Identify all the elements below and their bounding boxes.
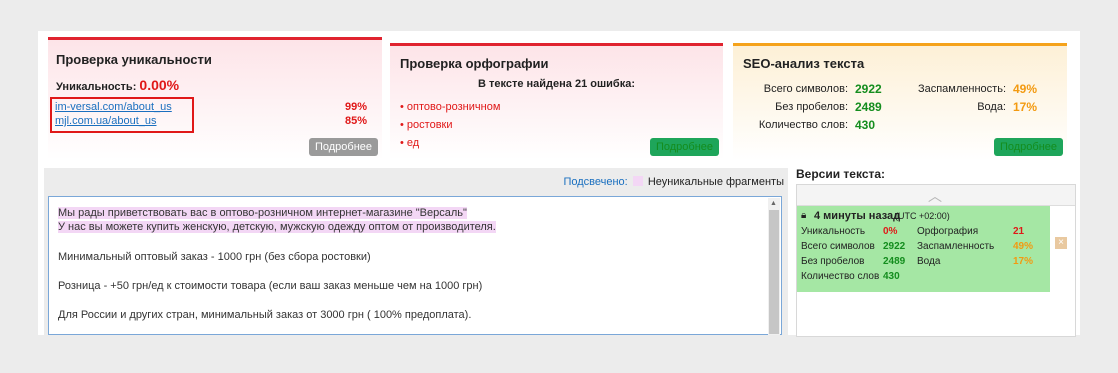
version-chars-label: Всего символов xyxy=(801,241,875,252)
scrollbar-thumb[interactable] xyxy=(769,210,779,334)
version-water-label: Вода xyxy=(917,256,941,267)
seo-no-spaces: 2489 xyxy=(855,100,882,114)
source-pct: 99% xyxy=(344,101,367,113)
version-words: 430 xyxy=(883,271,900,282)
spelling-error-item[interactable]: • ростовки xyxy=(400,119,453,131)
seo-spam: 49% xyxy=(1013,82,1038,96)
seo-total-chars-label: Всего символов: xyxy=(763,83,848,95)
version-uniq: 0% xyxy=(883,226,898,237)
editor-panel: Подсвечено: Неуникальные фрагменты Мы ра… xyxy=(44,168,788,335)
seo-details-button[interactable]: Подробнее xyxy=(993,138,1063,156)
editor-line: Минимальный оптовый заказ - 1000 грн (бе… xyxy=(58,251,371,263)
uniqueness-details-button[interactable]: Подробнее xyxy=(308,138,378,156)
spelling-summary: В тексте найдена 21 ошибка: xyxy=(477,78,635,90)
versions-scroll-up-button[interactable]: ︿ xyxy=(797,185,1075,206)
version-spelling: 21 xyxy=(1013,226,1025,237)
spelling-title: Проверка орфографии xyxy=(400,56,549,71)
editor-line: Для России и других стран, минимальный з… xyxy=(58,309,472,321)
version-spelling-label: Орфография xyxy=(917,226,979,237)
uniqueness-title: Проверка уникальности xyxy=(56,52,212,67)
version-spam-label: Заспамленность xyxy=(917,241,995,252)
seo-water-label: Вода: xyxy=(977,101,1006,113)
version-timezone: (UTC +02:00) xyxy=(895,211,950,221)
uniqueness-label: Уникальность: xyxy=(56,81,137,93)
spelling-details-button[interactable]: Подробнее xyxy=(649,138,719,156)
version-spam: 49% xyxy=(1013,241,1034,252)
editor-line: Розница - +50 грн/ед к стоимости товара … xyxy=(58,280,483,292)
highlighted-label: Подсвечено: xyxy=(563,176,628,188)
uniqueness-card: Проверка уникальности Уникальность: 0.00… xyxy=(48,37,382,160)
highlight-legend: Подсвечено: Неуникальные фрагменты xyxy=(563,176,784,188)
seo-words: 430 xyxy=(855,118,876,132)
legend-label: Неуникальные фрагменты xyxy=(647,176,784,188)
version-item[interactable]: 🔒︎ 4 минуты назад (UTC +02:00) Уникально… xyxy=(797,206,1050,292)
editor-line: У нас вы можете купить женскую, детскую,… xyxy=(58,221,496,233)
seo-spam-label: Заспамленность: xyxy=(917,83,1006,95)
source-pct: 85% xyxy=(344,115,367,127)
version-time: 4 минуты назад xyxy=(814,210,901,222)
seo-no-spaces-label: Без пробелов: xyxy=(775,101,848,113)
seo-tools-panel: Проверка уникальности Уникальность: 0.00… xyxy=(38,31,1080,337)
spelling-error-item[interactable]: • ед xyxy=(400,137,419,149)
version-chars: 2922 xyxy=(883,241,906,252)
spelling-card: Проверка орфографии В тексте найдена 21 … xyxy=(390,43,723,160)
version-delete-icon[interactable]: × xyxy=(1055,237,1067,249)
editor-scrollbar[interactable]: ▲ xyxy=(768,198,780,335)
spelling-error-item[interactable]: • оптово-розничном xyxy=(400,101,500,113)
seo-card: SEO-анализ текста Всего символов: 2922 Б… xyxy=(733,43,1067,160)
version-no-spaces-label: Без пробелов xyxy=(801,256,865,267)
uniqueness-summary: Уникальность: 0.00% xyxy=(56,77,179,93)
version-no-spaces: 2489 xyxy=(883,256,906,267)
versions-list: ︿ 🔒︎ 4 минуты назад (UTC +02:00) Уникаль… xyxy=(796,184,1076,337)
seo-title: SEO-анализ текста xyxy=(743,56,865,71)
lock-icon: 🔒︎ xyxy=(801,210,807,221)
version-words-label: Количество слов xyxy=(801,271,880,282)
legend-swatch xyxy=(632,176,643,186)
text-editor[interactable]: Мы рады приветствовать вас в оптово-розн… xyxy=(48,196,782,335)
versions-title: Версии текста: xyxy=(796,167,886,181)
sources-highlight-box xyxy=(50,97,194,133)
uniqueness-value: 0.00% xyxy=(139,77,180,93)
version-water: 17% xyxy=(1013,256,1034,267)
version-uniq-label: Уникальность xyxy=(801,226,866,237)
chevron-up-icon: ︿ xyxy=(928,188,942,204)
seo-words-label: Количество слов: xyxy=(758,119,848,131)
seo-total-chars: 2922 xyxy=(855,82,882,96)
scroll-up-arrow-icon[interactable]: ▲ xyxy=(770,200,777,207)
editor-line: Мы рады приветствовать вас в оптово-розн… xyxy=(58,207,467,219)
seo-water: 17% xyxy=(1013,100,1038,114)
